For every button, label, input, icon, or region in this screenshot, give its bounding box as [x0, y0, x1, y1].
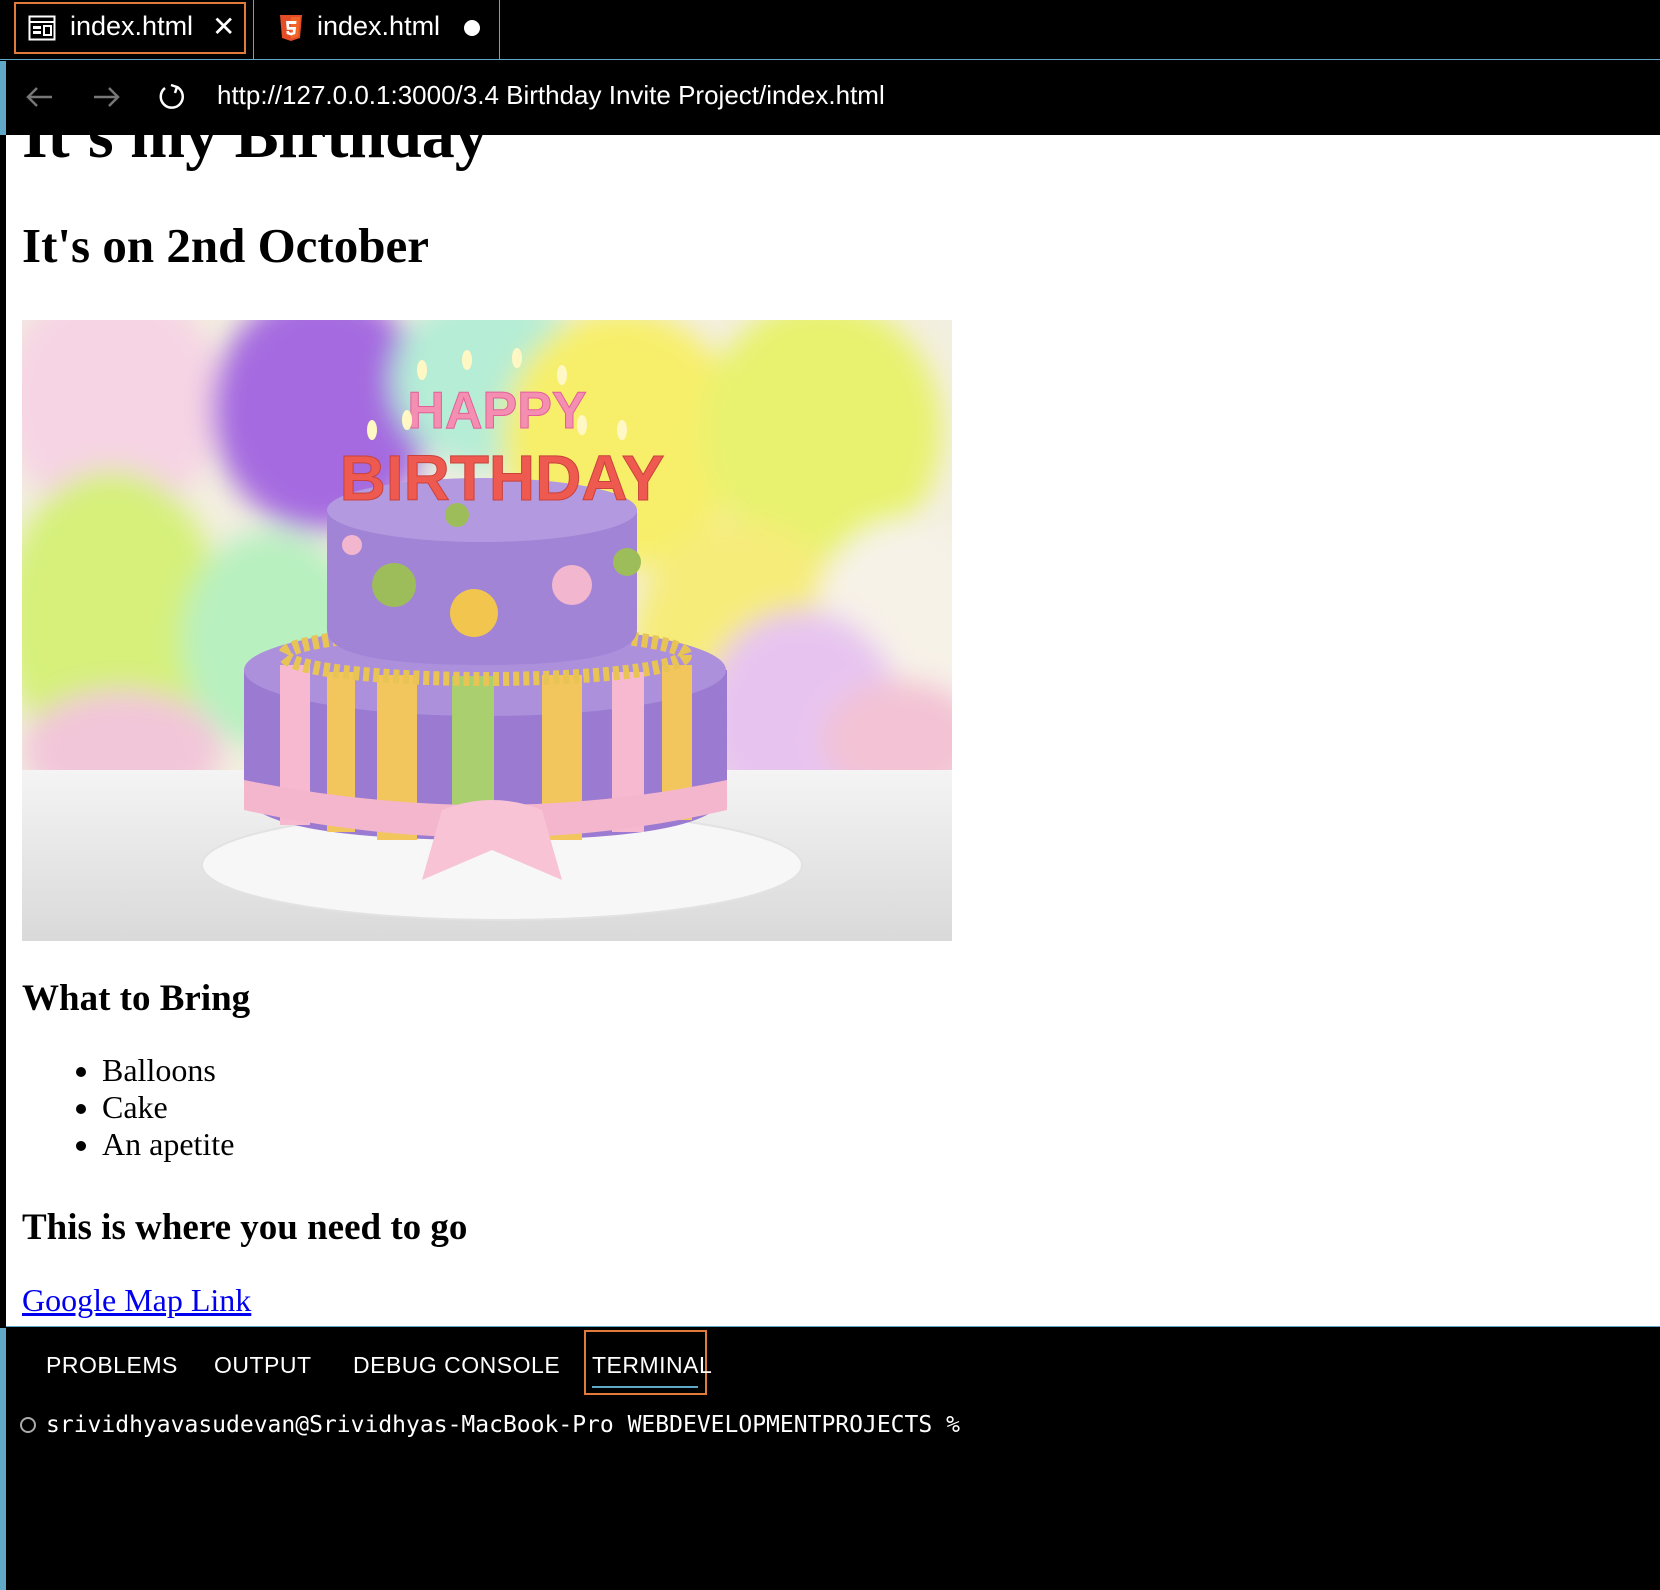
tab-problems[interactable]: PROBLEMS: [46, 1352, 178, 1379]
cake-topper-happy: HAPPY: [407, 382, 586, 440]
tab-terminal[interactable]: TERMINAL: [592, 1352, 712, 1379]
list-item: Balloons: [102, 1052, 234, 1089]
tab-output[interactable]: OUTPUT: [214, 1352, 312, 1379]
date-heading: It's on 2nd October: [22, 218, 430, 273]
birthday-cake-image: HAPPY BIRTHDAY: [22, 320, 952, 941]
browser-nav-bar: http://127.0.0.1:3000/3.4 Birthday Invit…: [0, 61, 1660, 135]
tab-index-html[interactable]: index.html: [254, 0, 500, 60]
what-to-bring-heading: What to Bring: [22, 978, 251, 1019]
editor-tab-bar: index.html ✕ index.html: [0, 0, 1660, 60]
bring-list: Balloons Cake An apetite: [22, 1052, 234, 1163]
tab-label: index.html: [70, 11, 194, 41]
tab-debug-console[interactable]: DEBUG CONSOLE: [353, 1352, 560, 1379]
tab-preview-index-html[interactable]: index.html ✕: [0, 0, 254, 60]
google-map-link[interactable]: Google Map Link: [22, 1282, 251, 1319]
active-tab-indicator: [592, 1386, 698, 1388]
reload-icon[interactable]: [156, 81, 188, 113]
preview-icon: [28, 15, 56, 41]
cake-topper-birthday: BIRTHDAY: [340, 442, 665, 514]
unsaved-changes-dot-icon: [464, 20, 480, 36]
circle-status-icon: [20, 1417, 36, 1433]
close-icon[interactable]: ✕: [212, 12, 235, 42]
back-arrow-icon[interactable]: [24, 81, 56, 113]
address-bar-url[interactable]: http://127.0.0.1:3000/3.4 Birthday Invit…: [217, 80, 885, 111]
list-item: An apetite: [102, 1126, 234, 1163]
page-content: It's my Birthday It's on 2nd October HAP…: [22, 135, 1622, 1318]
bottom-panel: PROBLEMS OUTPUT DEBUG CONSOLE TERMINAL s…: [0, 1328, 1660, 1590]
tab-label: index.html: [317, 11, 441, 41]
browser-viewport: It's my Birthday It's on 2nd October HAP…: [6, 135, 1660, 1327]
forward-arrow-icon[interactable]: [90, 81, 122, 113]
terminal-prompt: srividhyavasudevan@Srividhyas-MacBook-Pr…: [46, 1412, 960, 1438]
where-to-go-heading: This is where you need to go: [22, 1207, 468, 1248]
list-item: Cake: [102, 1089, 234, 1126]
terminal-line[interactable]: srividhyavasudevan@Srividhyas-MacBook-Pr…: [20, 1412, 960, 1438]
html5-icon: [280, 15, 302, 41]
page-title: It's my Birthday: [22, 135, 488, 172]
